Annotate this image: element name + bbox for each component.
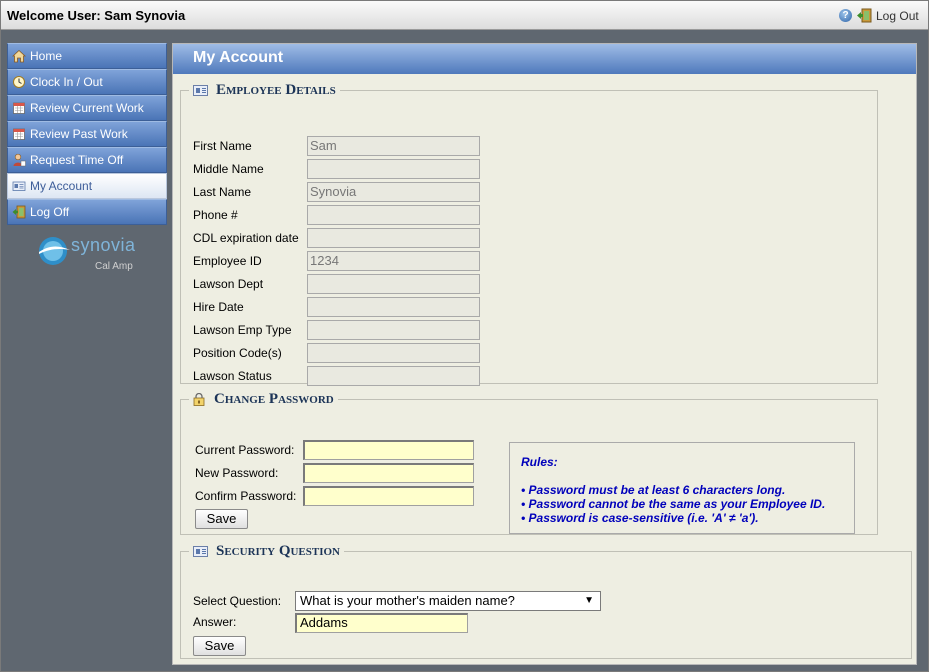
calendar-icon — [13, 102, 25, 114]
calendar-icon — [13, 128, 25, 140]
sidebar-item-label: Home — [30, 49, 63, 63]
employee-details-legend: Employee Details — [189, 82, 340, 99]
sidebar-item-clock-in-out[interactable]: Clock In / Out — [7, 69, 167, 95]
new-password-input[interactable] — [303, 463, 474, 483]
lawson-status-field — [307, 366, 480, 386]
id-card-icon — [12, 181, 26, 191]
person-icon — [13, 153, 26, 167]
last-name-field: Synovia — [307, 182, 480, 202]
first-name-field: Sam — [307, 136, 480, 156]
first-name-label: First Name — [193, 139, 252, 153]
legend-label: Change Password — [214, 391, 334, 407]
sidebar-nav: Home Clock In / Out Review Current Work … — [7, 43, 167, 225]
legend-label: Security Question — [216, 543, 341, 559]
lawson-dept-label: Lawson Dept — [193, 277, 264, 291]
current-password-label: Current Password: — [195, 443, 295, 457]
save-password-button[interactable]: Save — [195, 509, 248, 529]
phone-field — [307, 205, 480, 225]
help-icon[interactable]: ? — [839, 9, 852, 22]
security-question-legend: Security Question — [189, 543, 344, 560]
phone-label: Phone # — [193, 208, 238, 222]
selected-question: What is your mother's maiden name? — [300, 593, 515, 608]
sidebar-item-label: My Account — [30, 179, 93, 193]
hire-date-field — [307, 297, 480, 317]
last-name-label: Last Name — [193, 185, 252, 199]
password-rules-box: Rules: • Password must be at least 6 cha… — [509, 442, 855, 534]
answer-input[interactable]: Addams — [295, 613, 468, 633]
change-password-section: Change Password Current Password: New Pa… — [180, 391, 878, 535]
sidebar-item-label: Log Off — [30, 205, 70, 219]
logo-wordmark: synovia — [71, 235, 136, 255]
position-codes-field — [307, 343, 480, 363]
dropdown-arrow-icon: ▼ — [584, 595, 594, 606]
rule-item: • Password is case-sensitive (i.e. 'A' ≠… — [521, 511, 759, 525]
cdl-expiration-field — [307, 228, 480, 248]
employee-details-section: Employee Details First Name Sam Middle N… — [180, 82, 878, 386]
rules-title: Rules: — [521, 455, 558, 469]
middle-name-field — [307, 159, 480, 179]
sidebar-item-request-time-off[interactable]: Request Time Off — [7, 147, 167, 173]
lawson-dept-field — [307, 274, 480, 294]
select-question-label: Select Question: — [193, 594, 282, 608]
new-password-label: New Password: — [195, 466, 279, 480]
confirm-password-input[interactable] — [303, 486, 474, 506]
confirm-password-label: Confirm Password: — [195, 489, 297, 503]
synovia-logo-icon — [39, 237, 70, 265]
security-question-section: Security Question Select Question: What … — [180, 543, 912, 659]
rule-item: • Password must be at least 6 characters… — [521, 483, 786, 497]
clock-icon — [13, 76, 25, 88]
sidebar-item-label: Review Current Work — [30, 101, 144, 115]
company-logo: synovia Cal Amp — [37, 235, 147, 279]
home-icon — [12, 49, 26, 63]
sidebar-item-label: Clock In / Out — [30, 75, 103, 89]
change-password-legend: Change Password — [189, 391, 338, 408]
security-question-select[interactable]: What is your mother's maiden name? ▼ — [295, 591, 601, 611]
employee-id-label: Employee ID — [193, 254, 262, 268]
lawson-emp-type-field — [307, 320, 480, 340]
cdl-expiration-label: CDL expiration date — [193, 231, 299, 245]
employee-id-field: 1234 — [307, 251, 480, 271]
welcome-text: Welcome User: Sam Synovia — [7, 8, 186, 23]
main-panel: My Account Employee Details First Name S… — [172, 43, 917, 665]
sidebar-item-log-off[interactable]: Log Off — [7, 199, 167, 225]
sidebar-item-review-current-work[interactable]: Review Current Work — [7, 95, 167, 121]
middle-name-label: Middle Name — [193, 162, 264, 176]
top-bar: Welcome User: Sam Synovia ? Log Out — [1, 1, 928, 30]
answer-label: Answer: — [193, 615, 237, 629]
page-title: My Account — [173, 44, 916, 74]
id-card-icon — [193, 85, 208, 97]
sidebar-item-home[interactable]: Home — [7, 43, 167, 69]
save-security-button[interactable]: Save — [193, 636, 246, 656]
logout-link[interactable]: Log Out — [876, 9, 919, 23]
legend-label: Employee Details — [216, 82, 336, 98]
sidebar-item-label: Review Past Work — [30, 127, 128, 141]
current-password-input[interactable] — [303, 440, 474, 460]
position-codes-label: Position Code(s) — [193, 346, 282, 360]
sidebar-item-my-account[interactable]: My Account — [7, 173, 167, 199]
rule-item: • Password cannot be the same as your Em… — [521, 497, 826, 511]
hire-date-label: Hire Date — [193, 300, 244, 314]
lawson-status-label: Lawson Status — [193, 369, 272, 383]
sidebar-item-review-past-work[interactable]: Review Past Work — [7, 121, 167, 147]
id-card-icon — [193, 546, 208, 558]
logo-subtitle: Cal Amp — [95, 261, 133, 272]
lock-icon — [193, 393, 205, 406]
logout-door-icon[interactable] — [856, 8, 872, 23]
sidebar-item-label: Request Time Off — [30, 153, 124, 167]
lawson-emp-type-label: Lawson Emp Type — [193, 323, 292, 337]
exit-door-icon — [12, 205, 26, 219]
app-window: Welcome User: Sam Synovia ? Log Out Home… — [0, 0, 929, 672]
